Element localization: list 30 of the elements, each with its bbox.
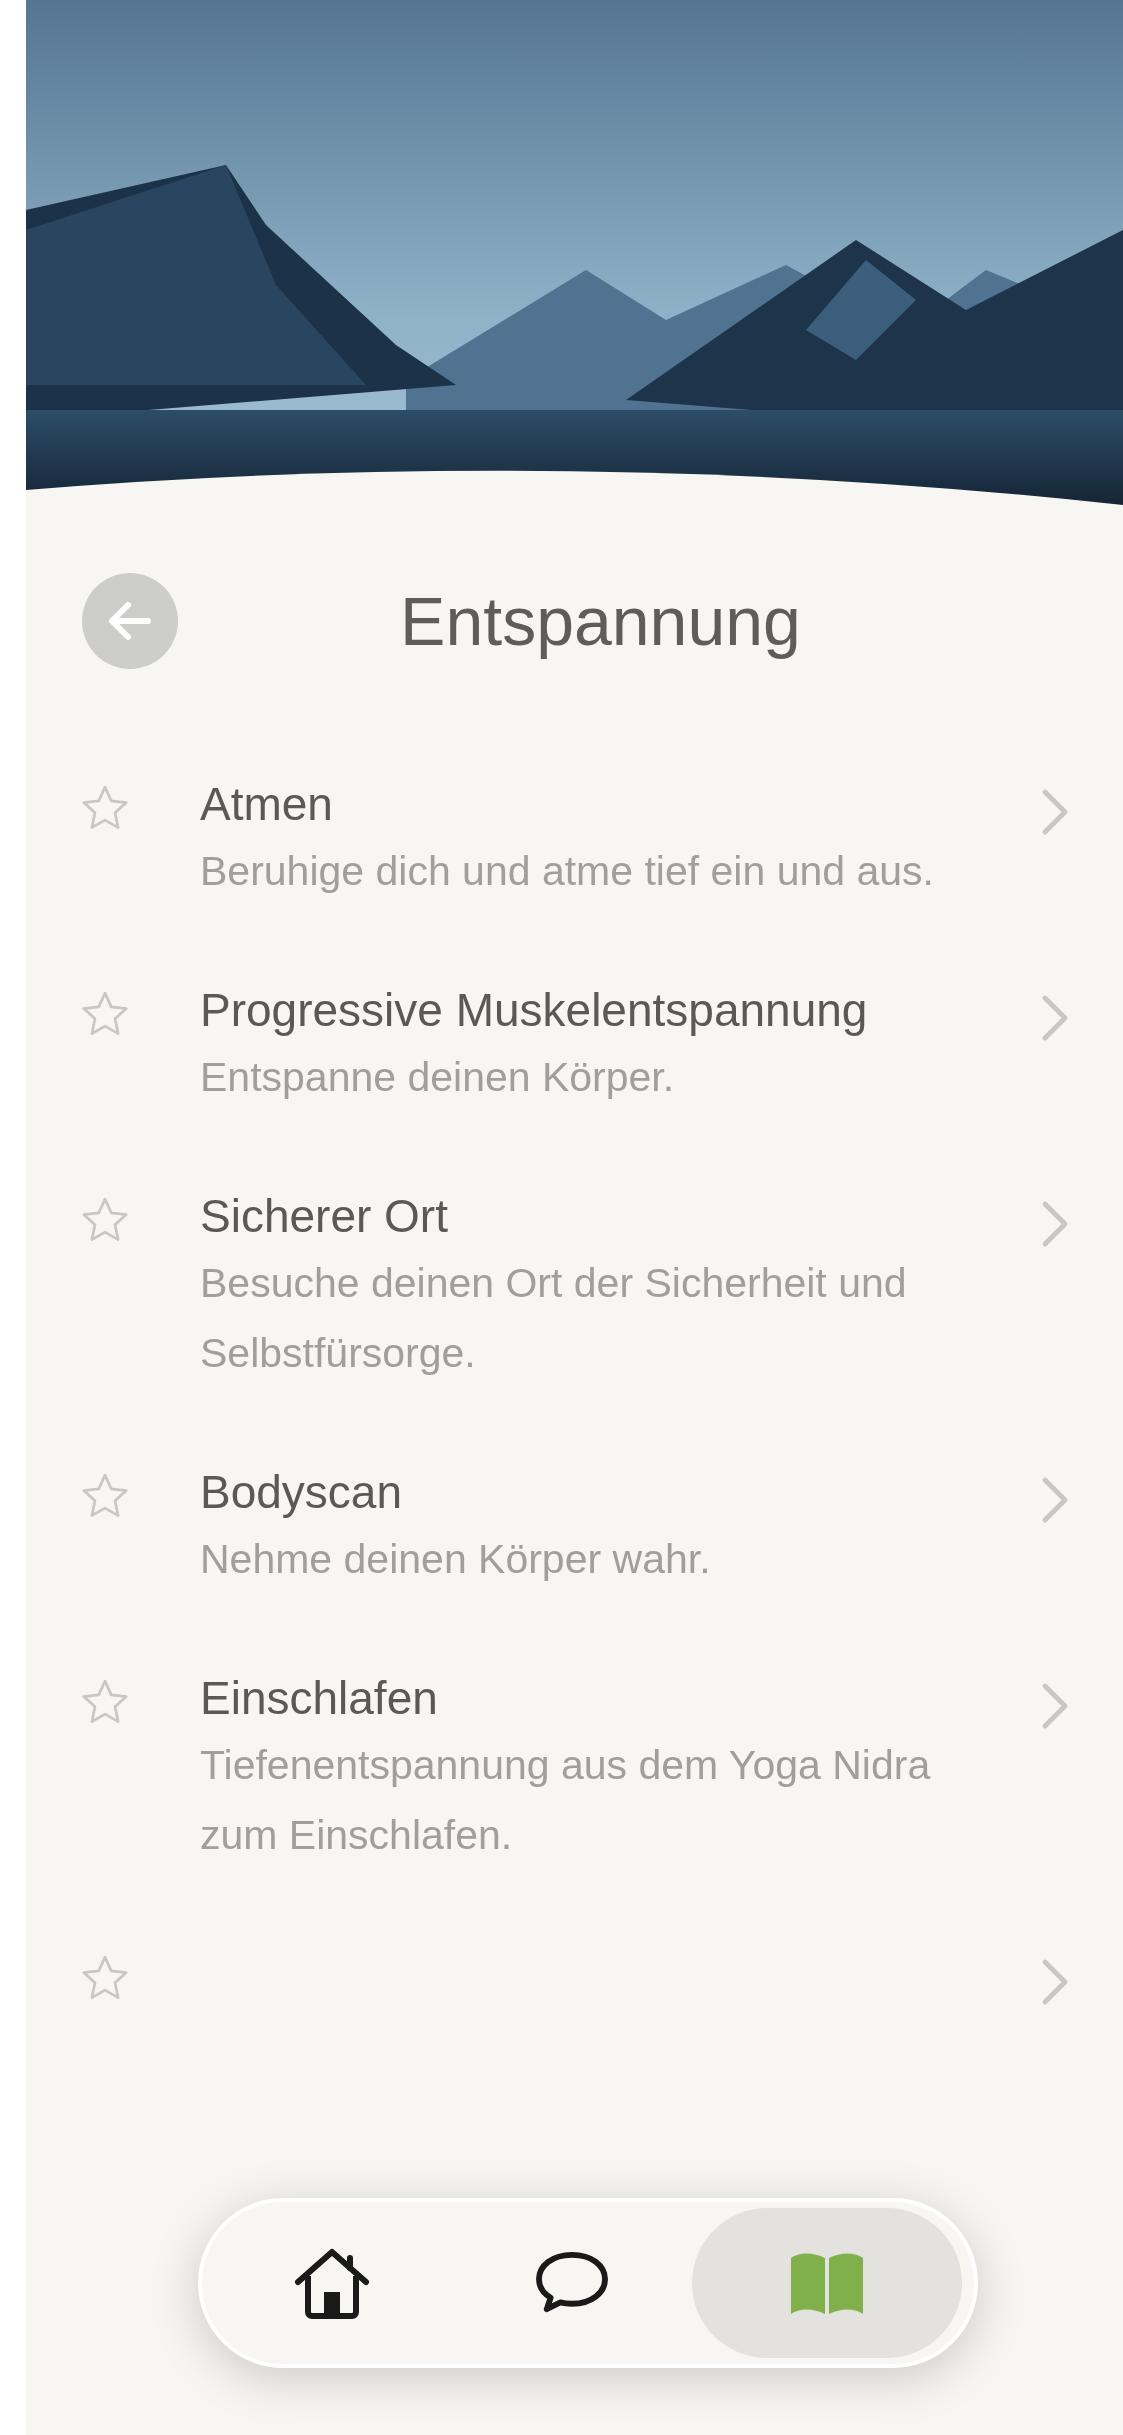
star-icon[interactable] <box>80 784 130 832</box>
page-title: Entspannung <box>399 582 802 661</box>
star-icon[interactable] <box>80 1678 130 1726</box>
chevron-right-icon <box>1041 1958 1069 2006</box>
star-icon[interactable] <box>80 1472 130 1520</box>
star-icon[interactable] <box>80 1196 130 1244</box>
exercise-description: Besuche deinen Ort der Sicherheit und Selbstfürsorge. <box>200 1259 908 1378</box>
chevron-right-icon <box>1041 1200 1069 1248</box>
exercise-description: Nehme deinen Körper wahr. <box>200 1535 712 1584</box>
exercise-list-item[interactable]: Sicherer Ort Besuche deinen Ort der Sicherheit und Selbstfürsorge. <box>200 1184 1041 1388</box>
exercise-description: Entspanne deinen Körper. <box>200 1053 676 1102</box>
chevron-right-icon <box>1041 994 1069 1042</box>
exercise-list-item[interactable]: Einschlafen Tiefenentspannung aus dem Yoga Nidra zum Einschlafen. <box>200 1666 1041 1870</box>
exercise-title: Bodyscan <box>200 1465 403 1520</box>
exercise-title: Atmen <box>200 777 334 832</box>
exercise-title: Progressive Muskelentspannung <box>200 983 869 1038</box>
exercise-list-item[interactable]: Atmen Beruhige dich und atme tief ein und aus. <box>200 772 1041 906</box>
star-icon[interactable] <box>80 990 130 1038</box>
exercise-description: Tiefenentspannung aus dem Yoga Nidra zum Einschlafen. <box>200 1741 932 1860</box>
chevron-right-icon <box>1041 788 1069 836</box>
exercise-list-item[interactable]: Progressive Muskelentspannung Entspanne deinen Körper. <box>200 978 1041 1112</box>
arrow-left-icon <box>106 599 154 643</box>
exercise-list-item[interactable]: Bodyscan Nehme deinen Körper wahr. <box>200 1460 1041 1594</box>
chevron-right-icon <box>1041 1682 1069 1730</box>
house-icon <box>292 2246 372 2320</box>
exercise-title: Einschlafen <box>200 1671 439 1726</box>
exercise-description: Beruhige dich und atme tief ein und aus. <box>200 847 935 896</box>
chevron-right-icon <box>1041 1476 1069 1524</box>
exercise-title: Sicherer Ort <box>200 1189 449 1244</box>
star-icon[interactable] <box>80 1954 130 2002</box>
